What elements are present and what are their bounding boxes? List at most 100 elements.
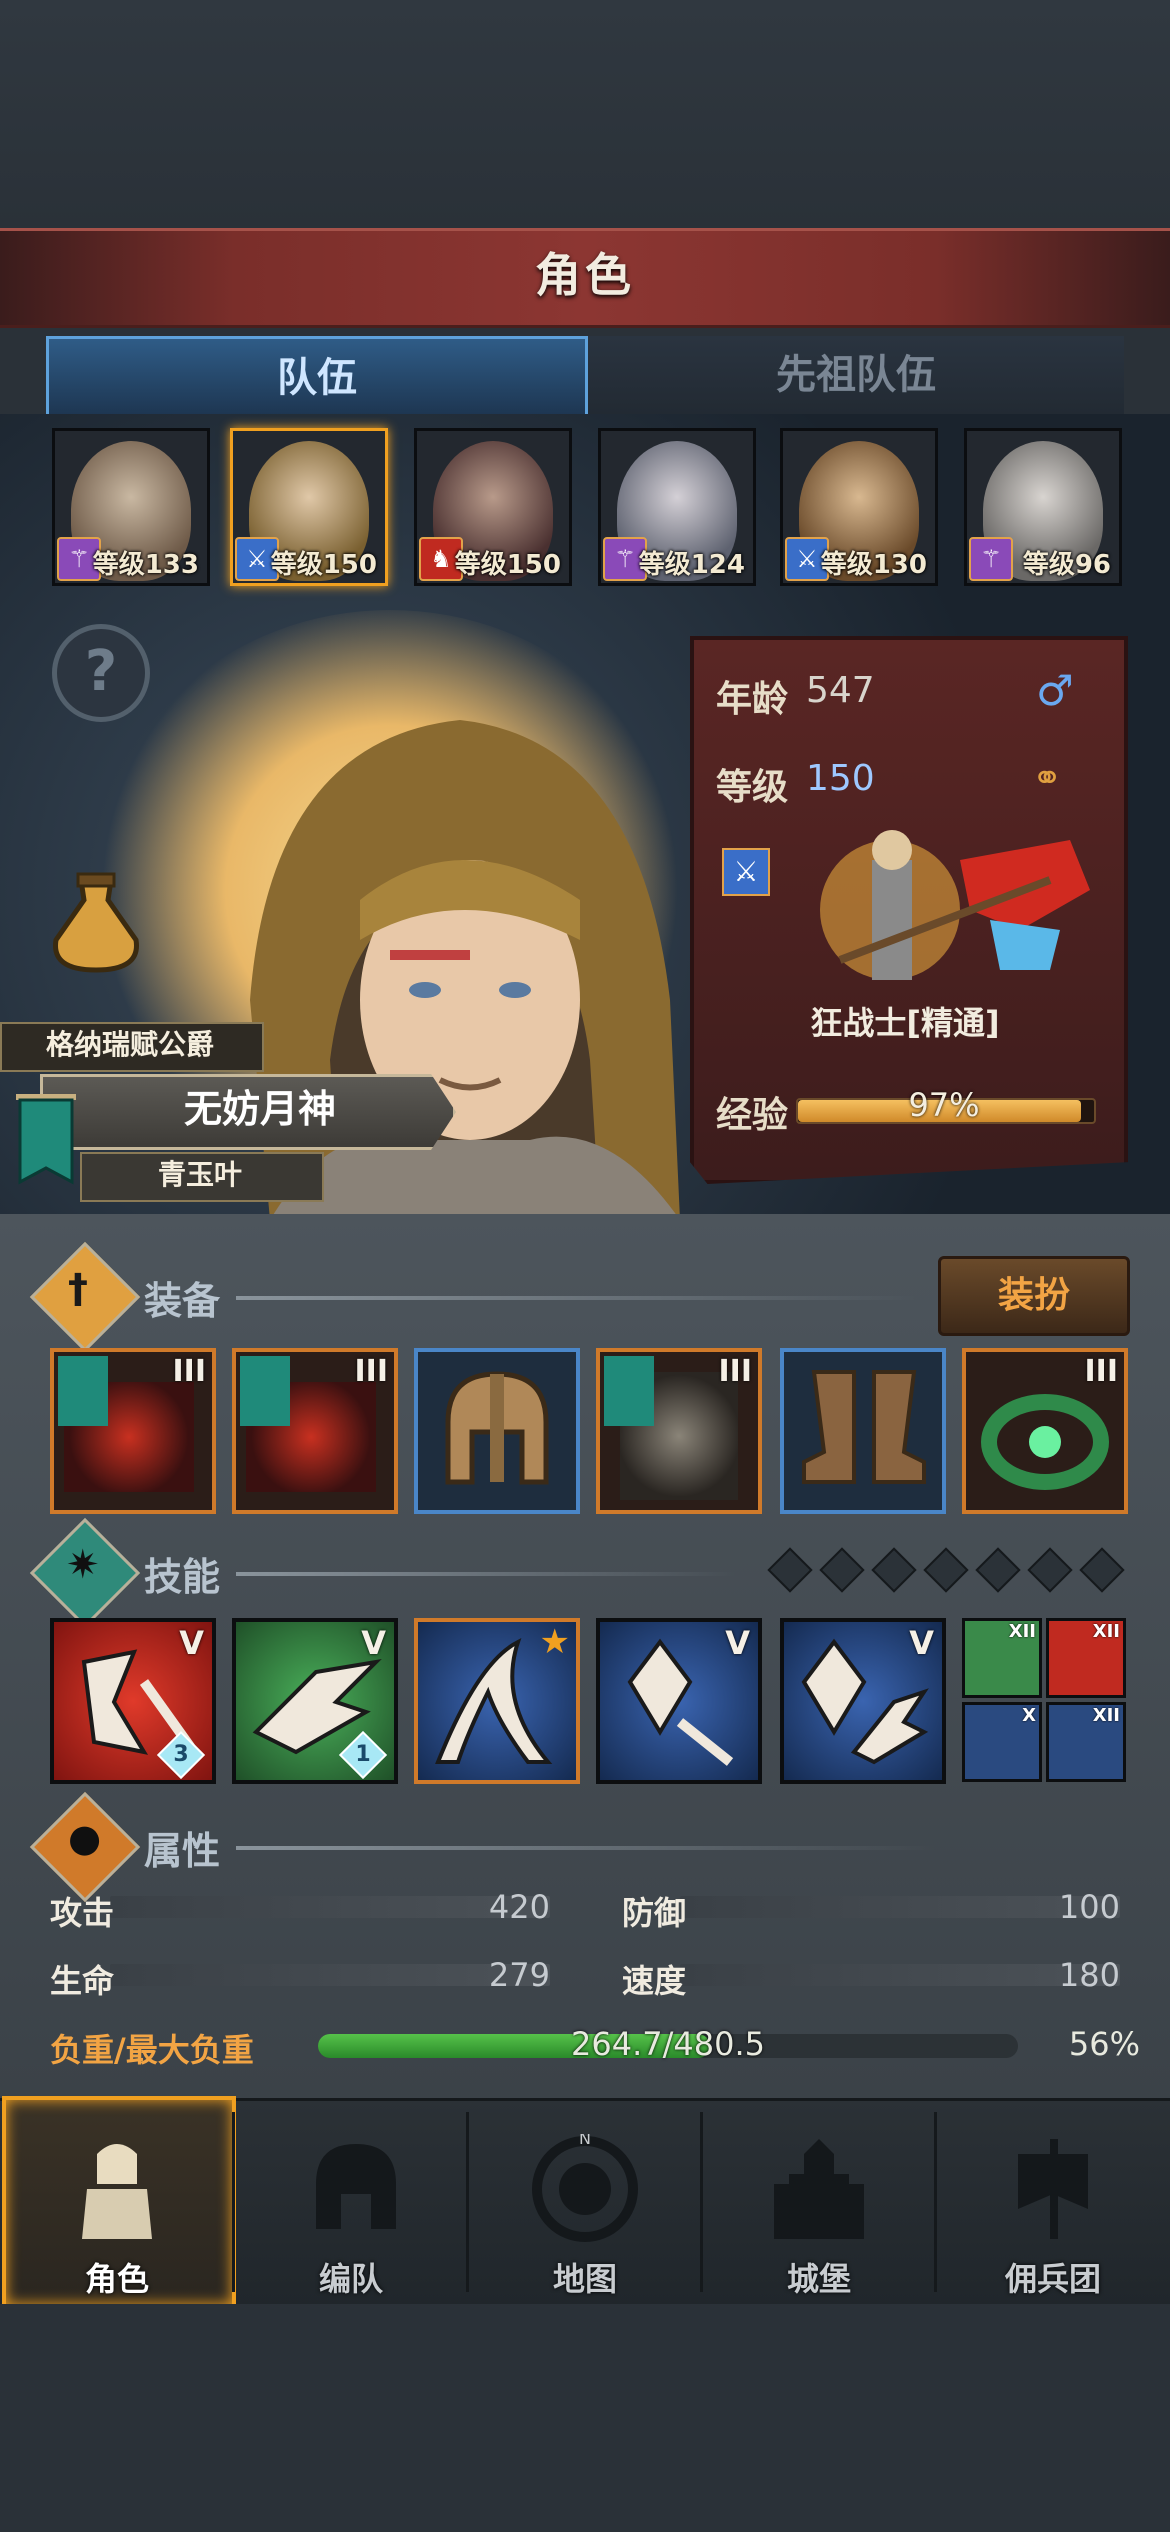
defense-value: 100 <box>1058 1888 1120 1926</box>
equip-slot-boots[interactable] <box>780 1348 946 1514</box>
team-member-6[interactable]: ⚚ 等级96 <box>964 428 1122 586</box>
level-label: 等级 <box>716 767 789 808</box>
nav-map[interactable]: N 地图 <box>468 2098 702 2304</box>
tier-label: XII <box>1092 1705 1120 1726</box>
nav-mercenary[interactable]: 佣兵团 <box>936 2098 1170 2304</box>
equip-slot-armor[interactable]: III <box>596 1348 762 1514</box>
section-divider <box>236 1296 916 1300</box>
tier-label: V <box>909 1624 934 1662</box>
person-icon: ● <box>68 1816 102 1860</box>
equip-slot-helmet[interactable] <box>414 1348 580 1514</box>
tier-label: III <box>1084 1354 1119 1389</box>
member-level: 等级130 <box>820 550 927 580</box>
skill-slot-4[interactable]: V <box>596 1618 762 1784</box>
compass-icon: N <box>532 2134 638 2242</box>
section-divider <box>236 1572 736 1576</box>
class-name: 狂战士[精通] <box>810 1004 1000 1042</box>
tier-label: V <box>179 1624 204 1662</box>
attack-label: 攻击 <box>50 1894 115 1932</box>
tab-ancestor-team[interactable]: 先祖队伍 <box>588 336 1124 417</box>
member-level: 等级124 <box>638 550 745 580</box>
load-value: 264.7/480.5 <box>571 2025 765 2063</box>
nav-label: 编队 <box>318 2260 383 2298</box>
tier-label: XII <box>1092 1621 1120 1642</box>
tier-label: III <box>354 1354 389 1389</box>
skill-slot-5[interactable]: V <box>780 1618 946 1784</box>
age-label: 年龄 <box>716 679 789 720</box>
page-title: 角色 <box>535 248 635 302</box>
team-member-2[interactable]: ⚔ 等级150 <box>230 428 388 586</box>
sword-class-icon: ⚔ <box>722 848 770 896</box>
member-level: 等级133 <box>92 550 199 580</box>
tier-label: V <box>361 1624 386 1662</box>
team-member-3[interactable]: ♞ 等级150 <box>414 428 572 586</box>
rings-icon[interactable]: ⚭ <box>1032 758 1062 799</box>
nav-label: 城堡 <box>786 2260 851 2298</box>
faction-banner-icon <box>16 1094 76 1185</box>
male-icon: ♂ <box>1036 666 1074 715</box>
mini-skill-2[interactable]: XII <box>1046 1618 1126 1698</box>
health-label: 生命 <box>50 1962 115 2000</box>
skill-slot-2[interactable]: V 1 <box>232 1618 398 1784</box>
equip-slot-weapon[interactable]: III <box>50 1348 216 1514</box>
nav-castle[interactable]: 城堡 <box>702 2098 936 2304</box>
helmet-icon <box>445 1371 549 1485</box>
tier-label: III <box>172 1354 207 1389</box>
nav-label: 地图 <box>552 2260 617 2298</box>
skills-title: 技能 <box>144 1555 221 1599</box>
attack-value: 420 <box>488 1888 550 1926</box>
top-background <box>0 0 1170 228</box>
speed-value: 180 <box>1058 1956 1120 1994</box>
tier-label: III <box>718 1354 753 1389</box>
level-value: 150 <box>806 758 875 799</box>
nav-label: 角色 <box>84 2260 149 2298</box>
defense-label: 防御 <box>622 1894 687 1932</box>
equip-slot-offhand[interactable]: III <box>232 1348 398 1514</box>
dress-up-button[interactable]: 装扮 <box>938 1256 1130 1336</box>
tab-team[interactable]: 队伍 <box>46 336 588 417</box>
exp-label: 经验 <box>716 1095 789 1136</box>
load-percent: 56% <box>1068 2025 1140 2063</box>
hero-subtitle: 青玉叶 <box>157 1158 242 1191</box>
banner-icon <box>1018 2139 1088 2239</box>
nav-formation[interactable]: 编队 <box>234 2098 468 2304</box>
skill-slot-3[interactable]: ★ <box>414 1618 580 1784</box>
castle-icon <box>774 2139 864 2239</box>
member-level: 等级96 <box>1022 550 1111 580</box>
mini-skill-1[interactable]: XII <box>962 1618 1042 1698</box>
helmet-icon <box>316 2144 396 2229</box>
tier-label: X <box>1022 1705 1036 1726</box>
team-member-4[interactable]: ⚚ 等级124 <box>598 428 756 586</box>
speed-label: 速度 <box>622 1962 687 2000</box>
age-value: 547 <box>806 670 875 711</box>
equipment-title: 装备 <box>144 1279 221 1323</box>
dagger-icon: † <box>68 1266 88 1312</box>
boots-icon <box>802 1370 926 1484</box>
star-burst-icon: ✷ <box>66 1542 100 1588</box>
class-figure-icon <box>820 830 1090 980</box>
tier-label: V <box>725 1624 750 1662</box>
section-divider <box>236 1846 936 1850</box>
equip-slot-ring[interactable]: III <box>962 1348 1128 1514</box>
load-label: 负重/最大负重 <box>50 2031 254 2069</box>
mini-skill-4[interactable]: XII <box>1046 1702 1126 1782</box>
tier-label: XII <box>1008 1621 1036 1642</box>
team-member-5[interactable]: ⚔ 等级130 <box>780 428 938 586</box>
star-icon: ★ <box>539 1622 570 1662</box>
bottom-background <box>0 2304 1170 2532</box>
member-level: 等级150 <box>454 550 561 580</box>
nav-label: 佣兵团 <box>1004 2260 1101 2298</box>
svg-text:N: N <box>579 2134 591 2148</box>
team-member-1[interactable]: ⚚ 等级133 <box>52 428 210 586</box>
hero-name[interactable]: 无妨月神 <box>110 1074 410 1144</box>
attributes-title: 属性 <box>144 1829 221 1873</box>
help-button[interactable]: ? <box>52 624 150 722</box>
flask-icon[interactable] <box>46 870 146 980</box>
member-level: 等级150 <box>270 550 377 580</box>
skill-slot-1[interactable]: V 3 <box>50 1618 216 1784</box>
knight-icon <box>82 2144 152 2239</box>
nav-character[interactable]: 角色 <box>0 2098 234 2304</box>
hero-title: 格纳瑞赋公爵 <box>45 1028 214 1061</box>
mini-skill-3[interactable]: X <box>962 1702 1042 1782</box>
exp-percent: 97% <box>908 1086 980 1124</box>
